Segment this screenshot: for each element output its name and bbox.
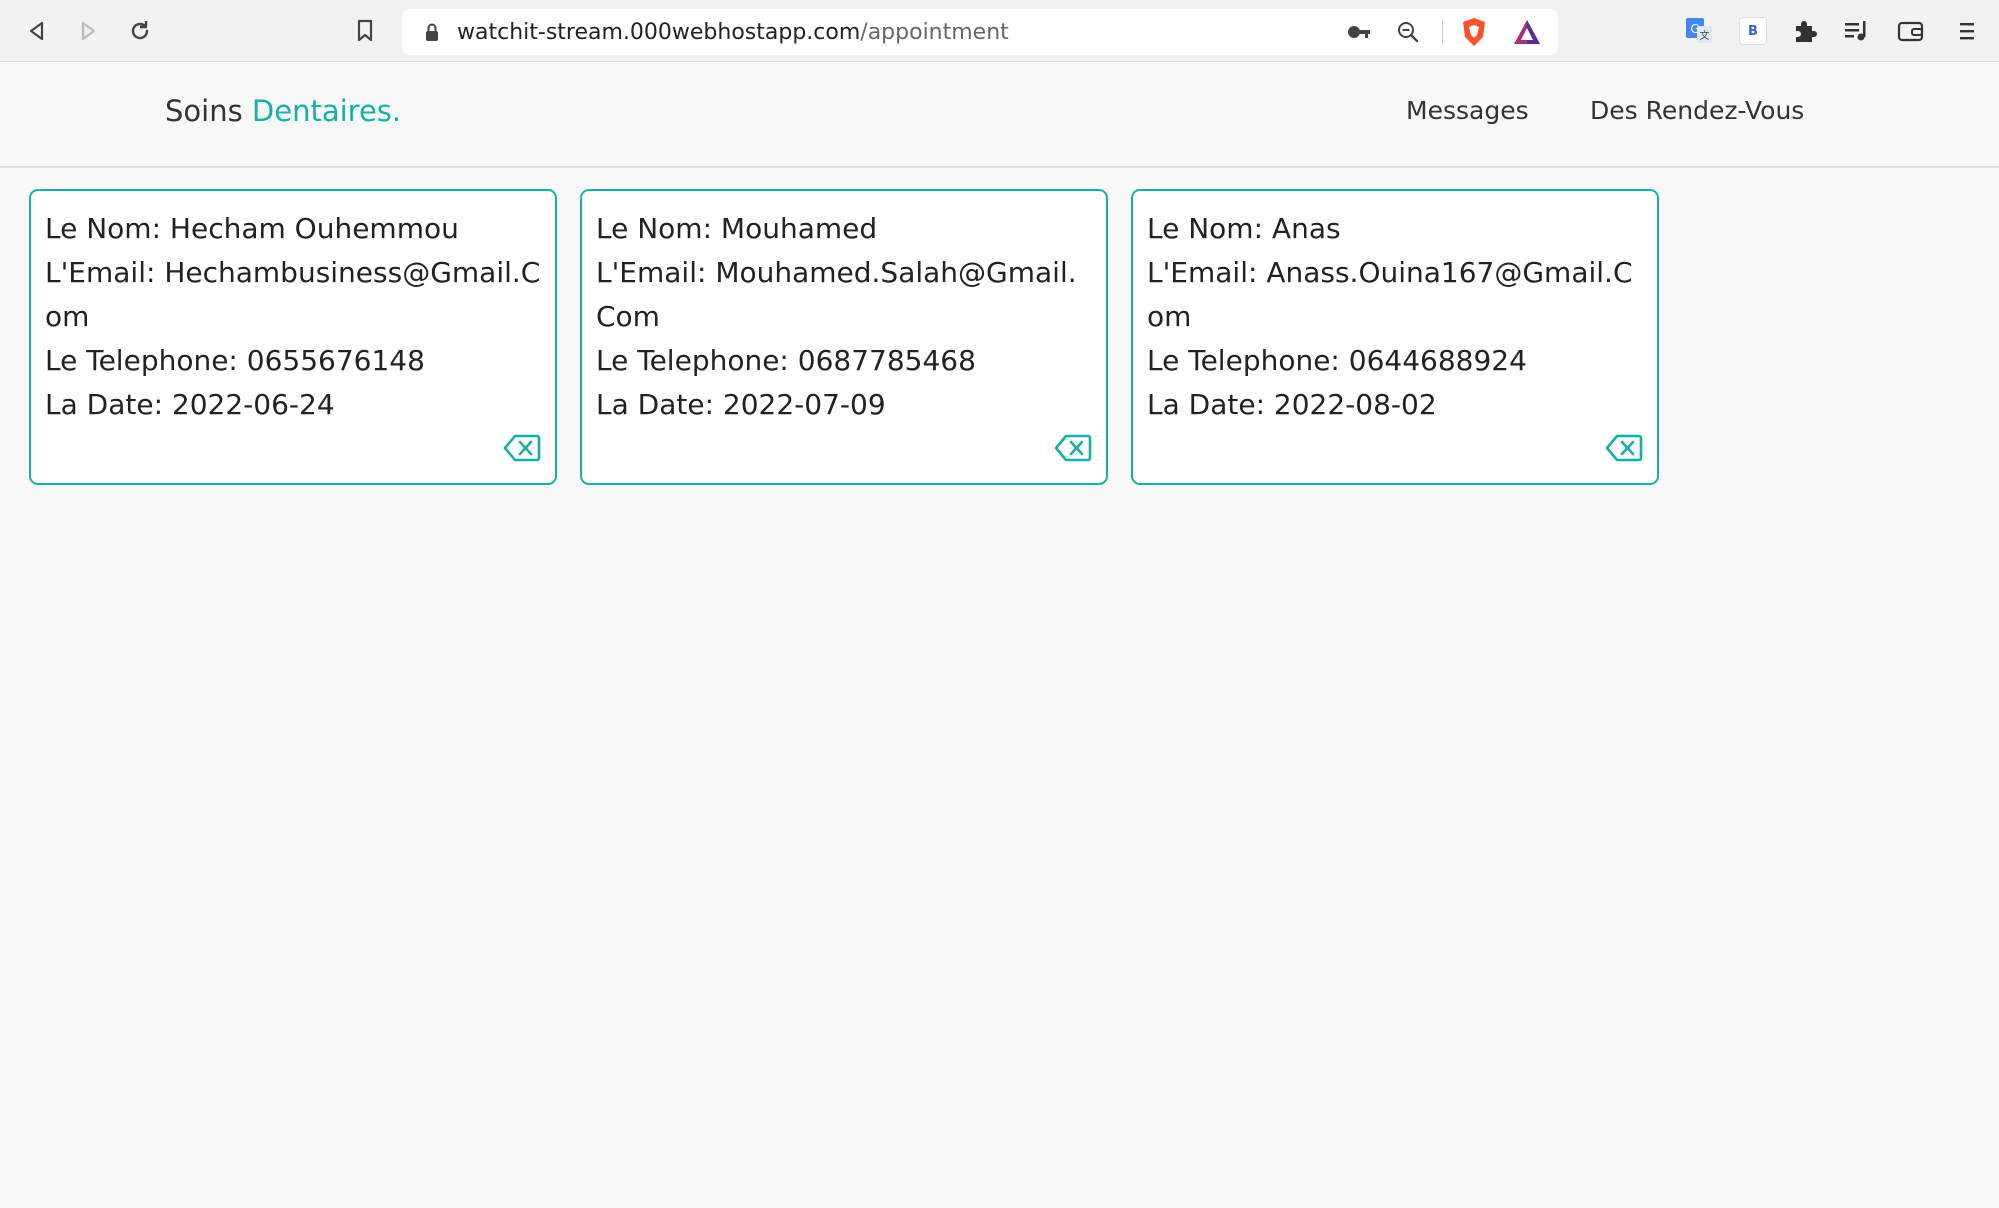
appointment-phone: Le Telephone: 0644688924: [1147, 344, 1527, 377]
brave-rewards-icon[interactable]: [1512, 18, 1542, 50]
lock-icon[interactable]: [424, 22, 440, 46]
appointment-email: L'Email: Mouhamed.Salah@Gmail.Com: [596, 256, 1077, 333]
svg-text:文: 文: [1700, 29, 1710, 42]
zoom-out-icon[interactable]: [1396, 20, 1420, 48]
back-icon[interactable]: [22, 16, 52, 46]
bookmark-icon[interactable]: [350, 16, 380, 46]
url-path: /appointment: [860, 20, 1009, 45]
media-playlist-icon[interactable]: [1842, 16, 1872, 46]
appointment-name: Le Nom: Mouhamed: [596, 212, 878, 245]
url-text[interactable]: watchit-stream.000webhostapp.com/appoint…: [457, 20, 1009, 45]
appointment-date: La Date: 2022-06-24: [45, 388, 335, 421]
menu-icon[interactable]: [1952, 16, 1982, 46]
site-logo[interactable]: Soins Dentaires.: [165, 94, 401, 128]
appointment-card: Le Nom: Anas L'Email: Anass.Ouina167@Gma…: [1131, 189, 1659, 485]
forward-icon[interactable]: [73, 16, 103, 46]
logo-accent-text: Dentaires.: [251, 94, 402, 128]
reload-icon[interactable]: [125, 16, 155, 46]
appointment-phone: Le Telephone: 0655676148: [45, 344, 425, 377]
appointment-email: L'Email: Hechambusiness@Gmail.Com: [45, 256, 541, 333]
delete-appointment-icon[interactable]: [503, 433, 541, 463]
appointment-email: L'Email: Anass.Ouina167@Gmail.Com: [1147, 256, 1633, 333]
translate-icon[interactable]: G文: [1684, 16, 1714, 46]
appointment-card: Le Nom: Hecham Ouhemmou L'Email: Hechamb…: [29, 189, 557, 485]
site-header: Soins Dentaires. Messages Des Rendez-Vou…: [0, 62, 1999, 168]
logo-main-text: Soins: [165, 94, 252, 128]
delete-appointment-icon[interactable]: [1605, 433, 1643, 463]
wallet-icon[interactable]: [1896, 16, 1926, 46]
appointment-date: La Date: 2022-08-02: [1147, 388, 1437, 421]
appointment-name: Le Nom: Hecham Ouhemmou: [45, 212, 459, 245]
url-separator: [1442, 20, 1443, 44]
appointment-date: La Date: 2022-07-09: [596, 388, 886, 421]
extension-b-label: B: [1739, 17, 1767, 45]
appointment-card: Le Nom: Mouhamed L'Email: Mouhamed.Salah…: [580, 189, 1108, 485]
key-icon[interactable]: [1346, 21, 1372, 47]
extension-b-icon[interactable]: B: [1738, 16, 1768, 46]
appointment-phone: Le Telephone: 0687785468: [596, 344, 976, 377]
url-domain: watchit-stream.000webhostapp.com: [457, 20, 861, 45]
extensions-puzzle-icon[interactable]: [1790, 16, 1820, 46]
address-bar[interactable]: watchit-stream.000webhostapp.com/appoint…: [402, 9, 1558, 55]
nav-appointments[interactable]: Des Rendez-Vous: [1590, 96, 1804, 125]
delete-appointment-icon[interactable]: [1054, 433, 1092, 463]
appointment-name: Le Nom: Anas: [1147, 212, 1341, 245]
browser-toolbar: watchit-stream.000webhostapp.com/appoint…: [0, 0, 1999, 62]
nav-messages[interactable]: Messages: [1406, 96, 1529, 125]
brave-shield-icon[interactable]: [1460, 17, 1488, 51]
